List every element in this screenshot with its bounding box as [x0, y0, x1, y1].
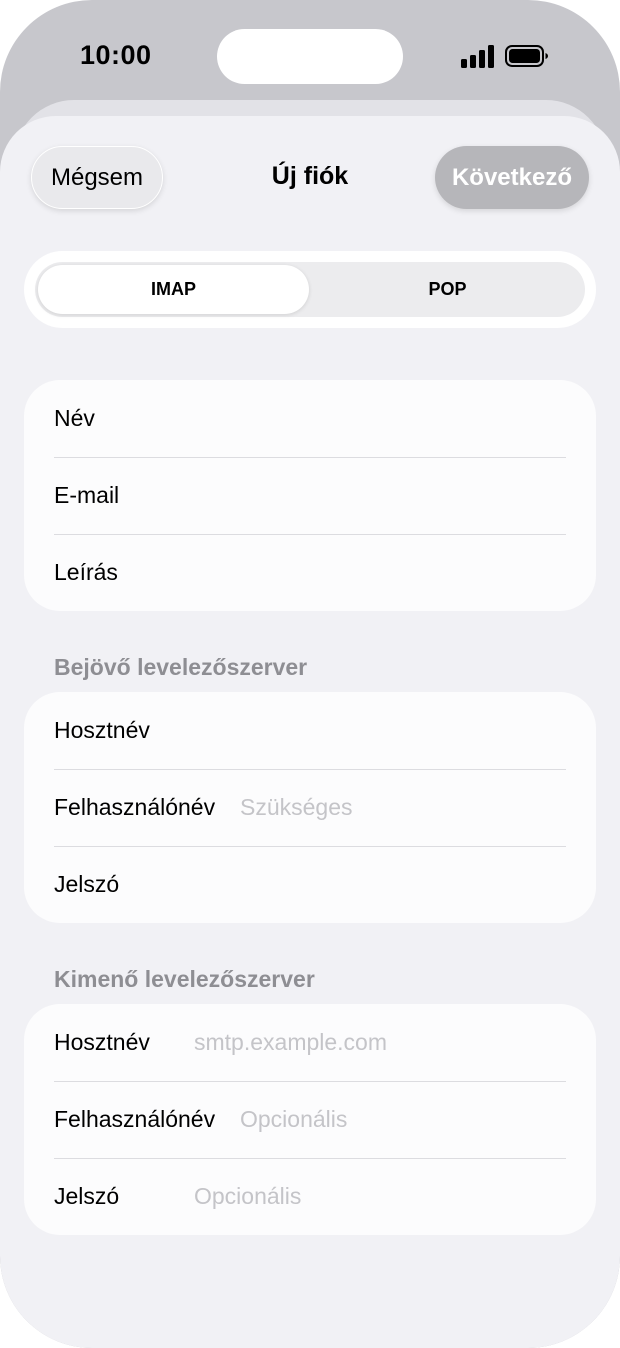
outgoing-hostname-row[interactable]: Hosztnév [24, 1004, 596, 1081]
new-account-sheet: Mégsem Új fiók Következő IMAP POP Név E-… [0, 116, 620, 1348]
incoming-username-label: Felhasználónév [54, 794, 216, 820]
incoming-username-field[interactable] [240, 769, 570, 846]
incoming-hostname-field[interactable] [194, 692, 524, 769]
outgoing-hostname-field[interactable] [194, 1004, 524, 1081]
name-row[interactable]: Név [24, 380, 596, 457]
outgoing-password-field[interactable] [194, 1158, 524, 1235]
protocol-segmented-control: IMAP POP [24, 251, 596, 328]
segment-imap[interactable]: IMAP [38, 265, 309, 314]
phone-frame: 10:00 Mégsem Új fiók Következő IMAP POP [0, 0, 620, 1348]
outgoing-password-label: Jelszó [54, 1183, 120, 1209]
segment-track: IMAP POP [35, 262, 585, 317]
outgoing-group: Hosztnév Felhasználónév Jelszó [24, 1004, 596, 1235]
description-label: Leírás [54, 559, 118, 585]
incoming-hostname-label: Hosztnév [54, 717, 150, 743]
description-row[interactable]: Leírás [24, 534, 596, 611]
signal-icon [461, 44, 495, 68]
account-group: Név E-mail Leírás [24, 380, 596, 611]
name-label: Név [54, 405, 95, 431]
incoming-section-title: Bejövő levelezőszerver [54, 654, 308, 680]
next-button[interactable]: Következő [435, 146, 589, 209]
email-label: E-mail [54, 482, 120, 508]
status-time: 10:00 [80, 40, 152, 70]
outgoing-password-row[interactable]: Jelszó [24, 1158, 596, 1235]
outgoing-username-row[interactable]: Felhasználónév [24, 1081, 596, 1158]
incoming-username-row[interactable]: Felhasználónév [24, 769, 596, 846]
outgoing-username-label: Felhasználónév [54, 1106, 216, 1132]
outgoing-username-field[interactable] [240, 1081, 570, 1158]
email-field[interactable] [194, 457, 524, 534]
email-row[interactable]: E-mail [24, 457, 596, 534]
incoming-group: Hosztnév Felhasználónév Jelszó [24, 692, 596, 923]
outgoing-hostname-label: Hosztnév [54, 1029, 150, 1055]
status-bar: 10:00 [0, 0, 620, 110]
dynamic-island [217, 29, 403, 84]
incoming-password-field[interactable] [194, 846, 524, 923]
outgoing-section-title: Kimenő levelezőszerver [54, 966, 315, 992]
incoming-hostname-row[interactable]: Hosztnév [24, 692, 596, 769]
incoming-password-row[interactable]: Jelszó [24, 846, 596, 923]
battery-icon [505, 45, 548, 67]
segment-pop[interactable]: POP [310, 262, 585, 317]
name-field[interactable] [194, 380, 524, 457]
incoming-password-label: Jelszó [54, 871, 120, 897]
description-field[interactable] [194, 534, 524, 611]
